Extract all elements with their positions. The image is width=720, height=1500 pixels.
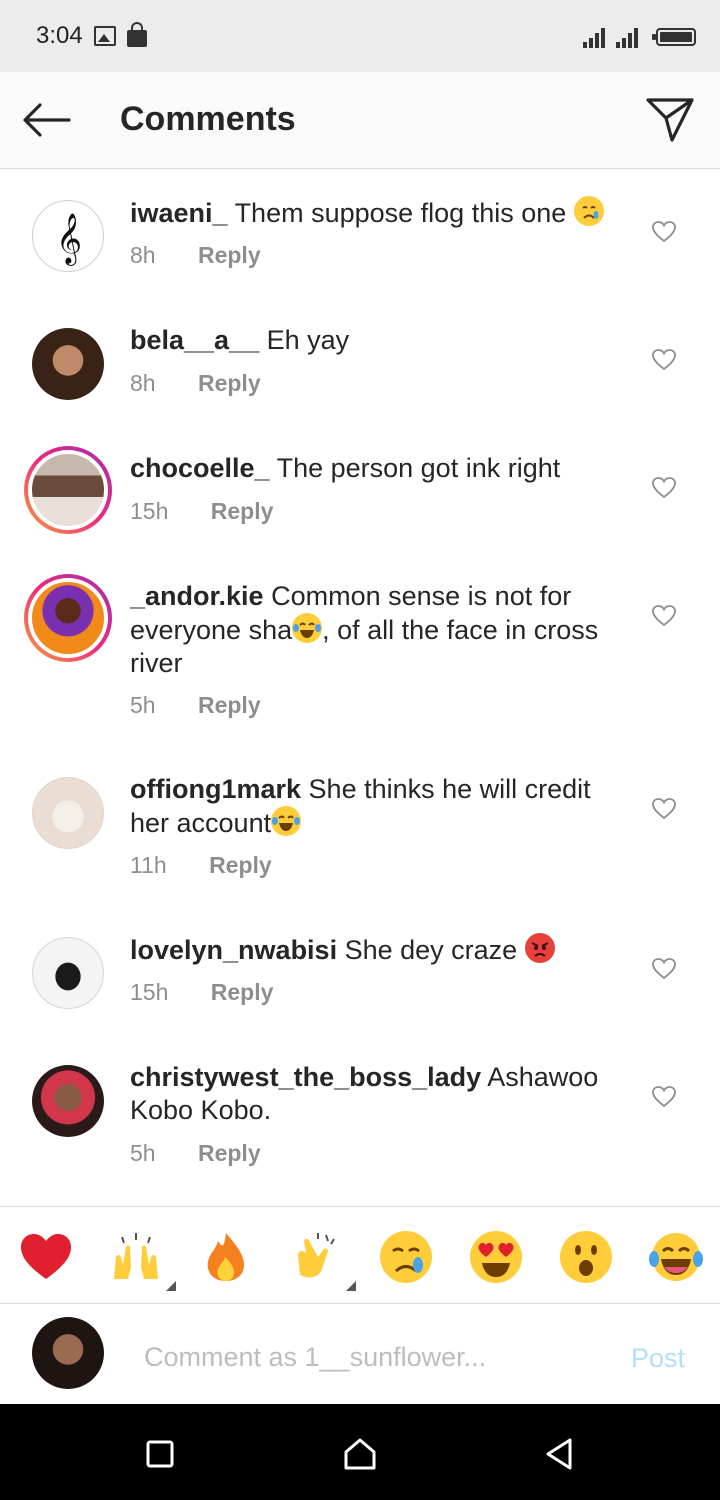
svg-text:𝄞: 𝄞 bbox=[56, 213, 82, 266]
signal-icon bbox=[616, 26, 642, 48]
system-nav-bar bbox=[0, 1404, 720, 1500]
comment-meta: 5h Reply bbox=[130, 1140, 261, 1167]
reply-button[interactable]: Reply bbox=[198, 692, 261, 718]
comment-meta: 8h Reply bbox=[130, 370, 261, 397]
red-heart-icon[interactable] bbox=[18, 1229, 74, 1285]
arrow-left-icon[interactable] bbox=[22, 102, 72, 138]
comment-text: _andor.kie Common sense is not for every… bbox=[130, 580, 630, 680]
fire-icon[interactable] bbox=[198, 1229, 254, 1285]
comment-body: She dey craze bbox=[344, 935, 518, 965]
comment-composer: Post bbox=[0, 1305, 720, 1405]
comments-list: 𝄞 iwaeni_ Them suppose flog this one 8h … bbox=[0, 170, 720, 1206]
comment-meta: 15h Reply bbox=[130, 979, 273, 1006]
comment-username[interactable]: lovelyn_nwabisi bbox=[130, 935, 337, 965]
reply-button[interactable]: Reply bbox=[211, 498, 274, 524]
avatar[interactable] bbox=[32, 1065, 104, 1137]
quick-reactions-bar bbox=[0, 1206, 720, 1304]
comment-time: 8h bbox=[130, 370, 156, 396]
comment-meta: 5h Reply bbox=[130, 692, 261, 719]
image-icon bbox=[94, 26, 116, 46]
comment-username[interactable]: offiong1mark bbox=[130, 774, 301, 804]
status-bar: 3:04 bbox=[0, 0, 720, 72]
tears-of-joy-icon bbox=[292, 613, 323, 643]
comment-body: Eh yay bbox=[266, 325, 350, 355]
heart-icon[interactable] bbox=[651, 797, 677, 821]
comment-text: lovelyn_nwabisi She dey craze bbox=[130, 933, 630, 967]
reply-button[interactable]: Reply bbox=[209, 852, 272, 878]
heart-icon[interactable] bbox=[651, 957, 677, 981]
reply-button[interactable]: Reply bbox=[198, 242, 261, 268]
comment-username[interactable]: _andor.kie bbox=[130, 581, 264, 611]
comment-text: offiong1mark She thinks he will credit h… bbox=[130, 773, 630, 840]
reply-button[interactable]: Reply bbox=[198, 370, 261, 396]
comment-meta: 8h Reply bbox=[130, 242, 261, 269]
home-icon[interactable] bbox=[340, 1434, 380, 1474]
avatar[interactable] bbox=[24, 446, 112, 534]
comment-text: bela__a__ Eh yay bbox=[130, 324, 630, 357]
current-user-avatar bbox=[32, 1317, 104, 1389]
comment-time: 15h bbox=[130, 979, 169, 1005]
page-title: Comments bbox=[120, 100, 296, 138]
comment-text: christywest_the_boss_lady Ashawoo Kobo K… bbox=[130, 1061, 630, 1127]
avatar[interactable] bbox=[32, 937, 104, 1009]
clapping-hands-icon[interactable] bbox=[288, 1229, 356, 1291]
comment-time: 5h bbox=[130, 692, 156, 718]
avatar[interactable] bbox=[32, 777, 104, 849]
avatar[interactable] bbox=[32, 328, 104, 400]
angry-face-icon bbox=[524, 933, 555, 963]
heart-icon[interactable] bbox=[651, 476, 677, 500]
reply-button[interactable]: Reply bbox=[198, 1140, 261, 1166]
tears-of-joy-icon bbox=[271, 806, 302, 836]
comment-username[interactable]: bela__a__ bbox=[130, 325, 259, 355]
raising-hands-icon[interactable] bbox=[108, 1229, 176, 1291]
avatar[interactable] bbox=[24, 574, 112, 662]
comments-header: Comments bbox=[0, 72, 720, 169]
comment-time: 5h bbox=[130, 1140, 156, 1166]
comment-text: iwaeni_ Them suppose flog this one bbox=[130, 196, 630, 230]
heart-icon[interactable] bbox=[651, 1085, 677, 1109]
signal-icon bbox=[583, 26, 609, 48]
comment-meta: 11h Reply bbox=[130, 852, 272, 879]
crying-face-icon[interactable] bbox=[378, 1229, 434, 1285]
comment-time: 8h bbox=[130, 242, 156, 268]
comment-text: chocoelle_ The person got ink right bbox=[130, 452, 630, 485]
comment-body: The person got ink right bbox=[276, 453, 561, 483]
comment-meta: 15h Reply bbox=[130, 498, 273, 525]
tears-of-joy-icon[interactable] bbox=[648, 1229, 704, 1285]
battery-icon bbox=[652, 28, 696, 46]
comment-input[interactable] bbox=[144, 1335, 604, 1379]
recent-apps-icon[interactable] bbox=[140, 1434, 180, 1474]
comment-username[interactable]: christywest_the_boss_lady bbox=[130, 1062, 481, 1092]
comment-username[interactable]: iwaeni_ bbox=[130, 198, 228, 228]
lock-icon bbox=[127, 22, 147, 47]
comment-time: 15h bbox=[130, 498, 169, 524]
status-time: 3:04 bbox=[36, 22, 83, 49]
comment-username[interactable]: chocoelle_ bbox=[130, 453, 270, 483]
reply-button[interactable]: Reply bbox=[211, 979, 274, 1005]
comment-time: 11h bbox=[130, 852, 167, 878]
heart-eyes-icon[interactable] bbox=[468, 1229, 524, 1285]
surprised-face-icon[interactable] bbox=[558, 1229, 614, 1285]
crying-face-icon bbox=[573, 196, 604, 226]
avatar[interactable]: 𝄞 bbox=[32, 200, 104, 272]
heart-icon[interactable] bbox=[651, 220, 677, 244]
back-triangle-icon[interactable] bbox=[540, 1434, 580, 1474]
comment-body: Them suppose flog this one bbox=[234, 198, 567, 228]
paper-plane-icon[interactable] bbox=[644, 94, 696, 144]
treble-clef-icon: 𝄞 bbox=[56, 213, 82, 266]
heart-icon[interactable] bbox=[651, 604, 677, 628]
post-button[interactable]: Post bbox=[631, 1343, 685, 1374]
heart-icon[interactable] bbox=[651, 348, 677, 372]
